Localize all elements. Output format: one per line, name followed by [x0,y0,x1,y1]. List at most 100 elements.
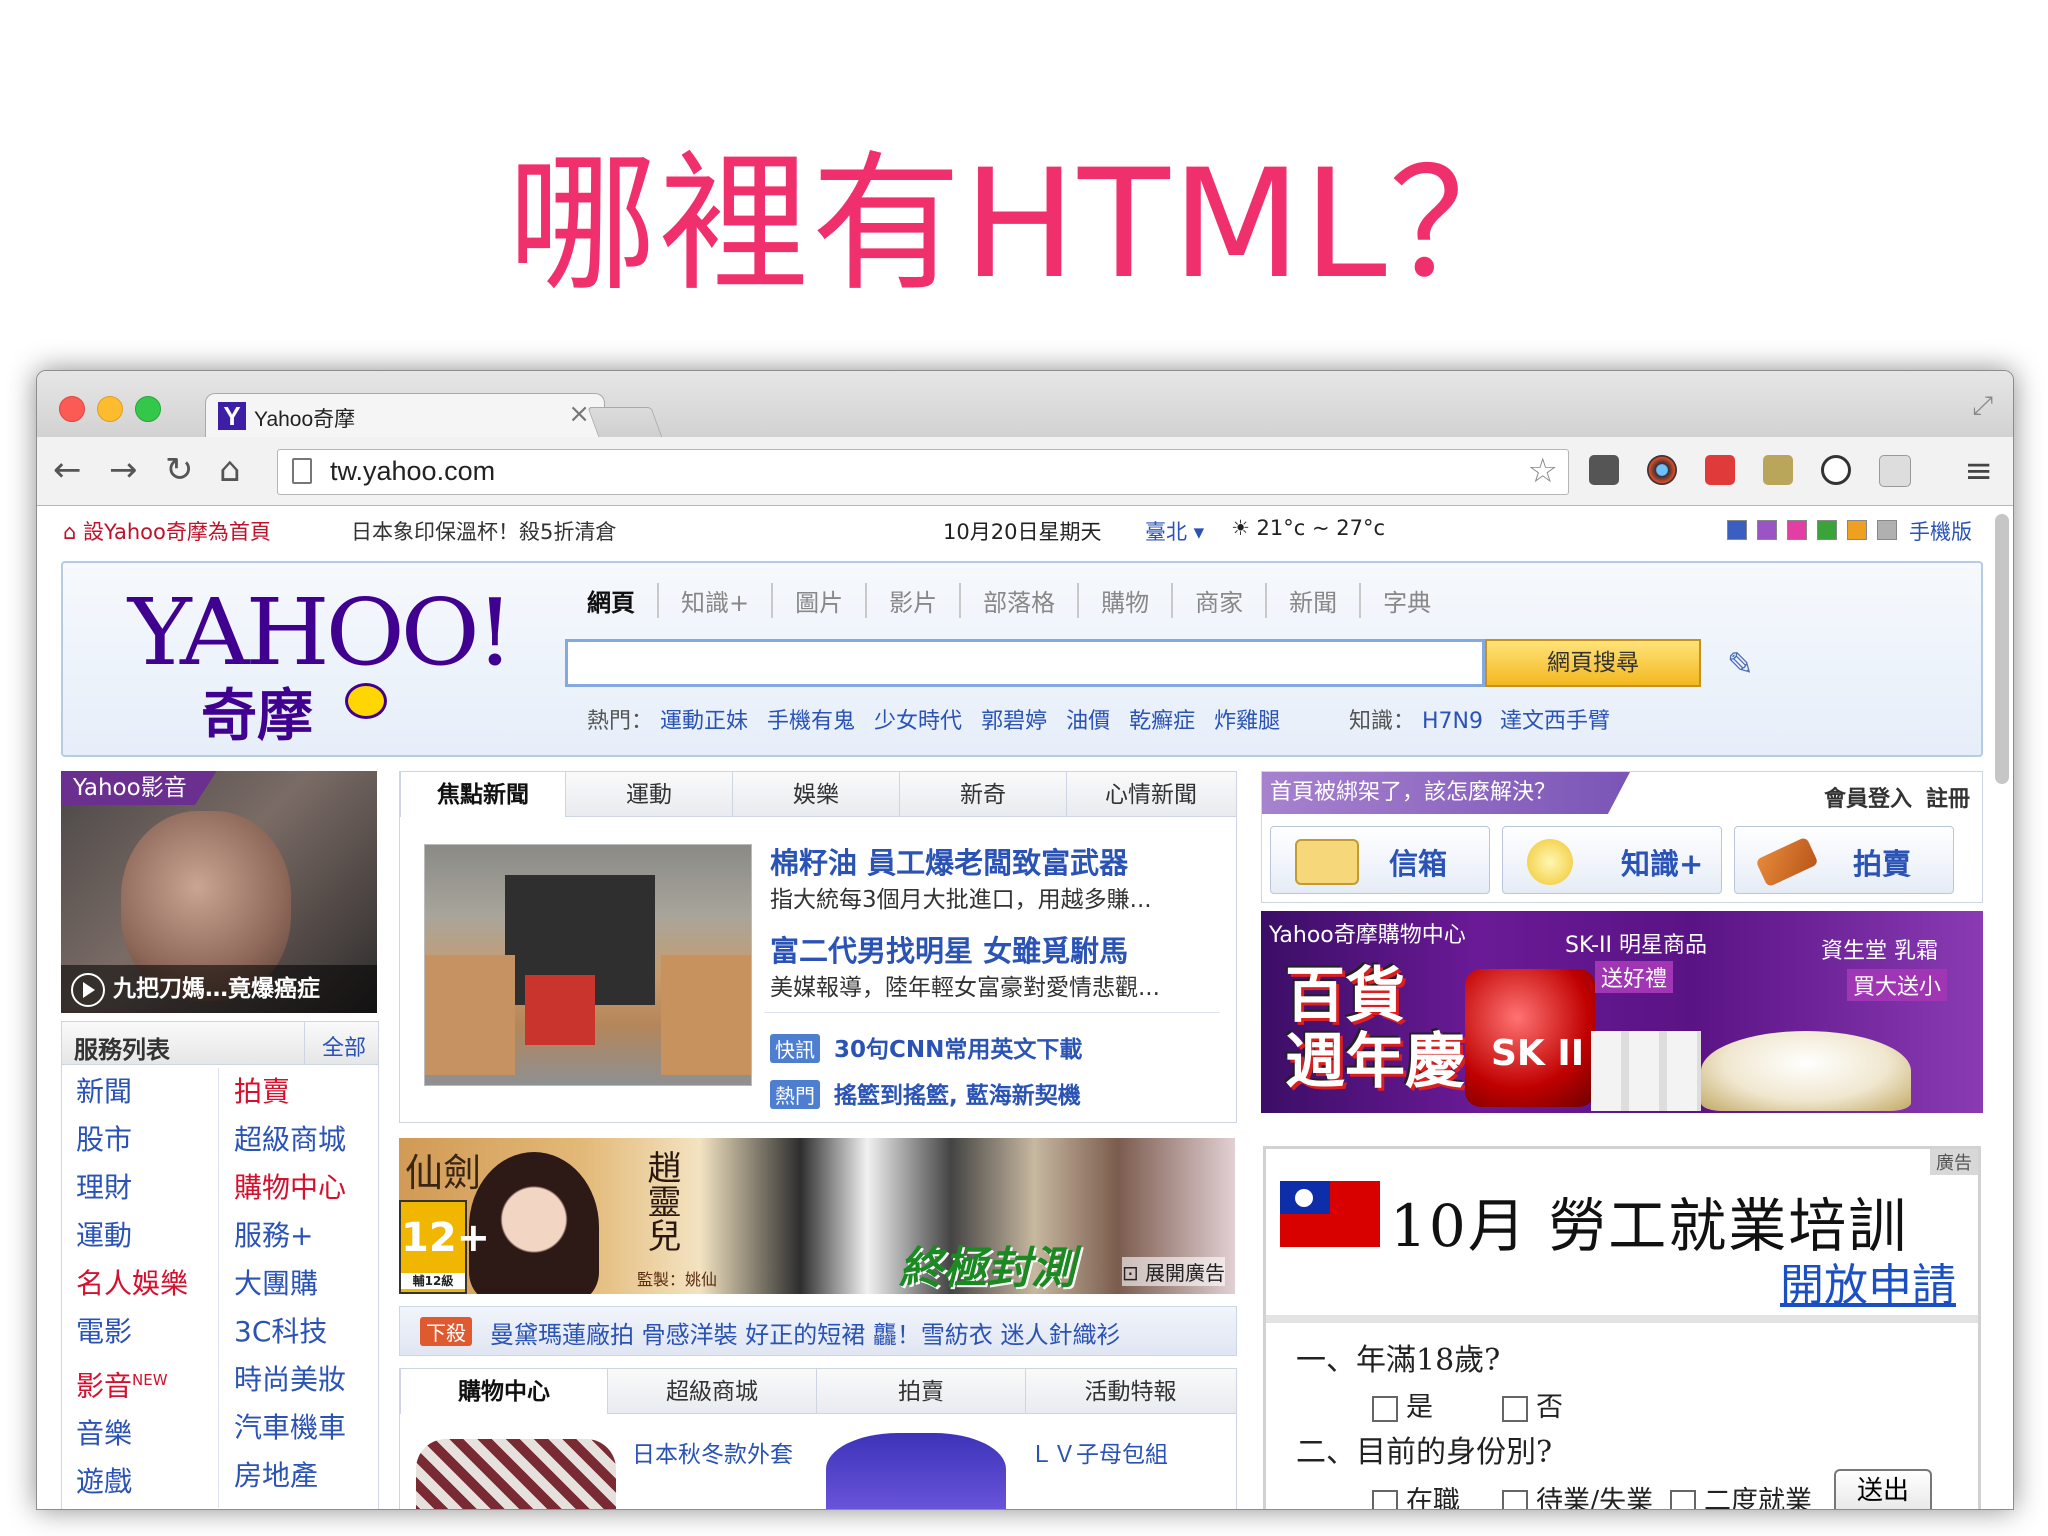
news-bullet-flash[interactable]: 快訊 30句CNN常用英文下載 [770,1030,1082,1064]
service-link[interactable]: 購物中心 [234,1164,346,1212]
product-image-bag[interactable] [826,1433,1006,1509]
new-tab-button[interactable] [587,407,663,438]
apply-now-link[interactable]: 開放申請 [1780,1249,1956,1313]
search-tab-blog[interactable]: 部落格 [961,583,1080,618]
back-arrow-icon[interactable]: ← [53,451,82,489]
tab-close-icon[interactable]: × [568,399,590,429]
theme-swatch-pink[interactable] [1787,520,1807,540]
search-tab-dictionary[interactable]: 字典 [1361,583,1453,618]
game-ad-banner[interactable]: 仙劍 12+ 輔12級 趙靈兒 監製：姚仙 終極封測 ⊡ 展開廣告 [399,1138,1235,1294]
service-link[interactable]: 音樂 [76,1410,188,1458]
tab-auction[interactable]: 拍賣 [817,1369,1026,1413]
fullscreen-icon[interactable]: ⤢ [1972,391,1993,422]
service-link[interactable]: 服務+ [234,1212,346,1260]
yahoo-logo[interactable]: YAHOO! [128,579,514,686]
linkedin-extension-icon[interactable] [1879,455,1911,487]
tab-top-news[interactable]: 焦點新聞 [400,772,566,817]
news-photo[interactable] [424,844,752,1086]
service-link[interactable]: 遊戲 [76,1458,188,1506]
search-tab-shopping[interactable]: 購物 [1079,583,1174,618]
tab-events[interactable]: 活動特報 [1026,1369,1235,1413]
service-link-with-new[interactable]: 影音NEW [76,1356,188,1410]
news-headline-1[interactable]: 棉籽油 員工爆老闆致富武器 [770,840,1128,882]
sync-extension-icon[interactable] [1821,455,1851,485]
option-yes-checkbox[interactable]: 是 [1372,1385,1433,1424]
pencil-icon[interactable]: ✎ [1727,645,1754,683]
news-bullet-hot[interactable]: 熱門 搖籃到搖籃, 藍海新契機 [770,1076,1081,1110]
web-search-button[interactable]: 網頁搜尋 [1485,639,1701,687]
search-tab-news[interactable]: 新聞 [1267,583,1362,618]
zoom-window-button[interactable] [135,396,161,422]
hot-search-link[interactable]: 郭碧婷 [981,709,1047,734]
hot-search-link[interactable]: 油價 [1066,709,1110,734]
video-promo[interactable]: Yahoo影音 九把刀媽…竟爆癌症 [61,771,377,1013]
bookmark-extension-icon[interactable] [1705,455,1735,485]
service-link[interactable]: 時尚美妝 [234,1356,346,1404]
color-picker-extension-icon[interactable] [1647,455,1677,485]
home-icon[interactable]: ⌂ [219,451,241,489]
hot-search-link[interactable]: 少女時代 [874,709,962,734]
reload-icon[interactable]: ↻ [165,451,194,489]
theme-swatch-gray[interactable] [1877,520,1897,540]
service-link[interactable]: 運動 [76,1212,188,1260]
product-link-bag[interactable]: ＬＶ子母包組 [1030,1435,1168,1469]
login-link[interactable]: 會員登入 [1824,781,1912,813]
address-bar[interactable]: tw.yahoo.com ☆ [277,449,1569,495]
theme-swatch-blue[interactable] [1727,520,1747,540]
product-image-jackets[interactable] [416,1439,616,1509]
scrollbar-thumb[interactable] [1995,514,2009,784]
tab-mood-news[interactable]: 心情新聞 [1067,772,1235,816]
mail-button[interactable]: 信箱 [1270,826,1490,894]
set-homepage-link[interactable]: ⌂ 設Yahoo奇摩為首頁 [63,516,271,546]
tab-sports[interactable]: 運動 [566,772,733,816]
search-tab-web[interactable]: 網頁 [583,583,659,618]
expand-ad-button[interactable]: ⊡ 展開廣告 [1121,1257,1225,1286]
option-reemploy-checkbox[interactable]: 二度就業 [1670,1479,1812,1509]
service-link[interactable]: 3C科技 [234,1308,346,1356]
city-select[interactable]: 臺北 ▾ [1145,516,1204,546]
tab-entertainment[interactable]: 娛樂 [733,772,900,816]
evernote-extension-icon[interactable] [1589,455,1619,485]
service-link[interactable]: 理財 [76,1164,188,1212]
search-input[interactable] [565,639,1485,687]
mobile-version-link[interactable]: 手機版 [1909,516,1972,546]
tab-super-mall[interactable]: 超級商城 [608,1369,817,1413]
theme-swatch-green[interactable] [1817,520,1837,540]
service-link[interactable]: 名人娛樂 [76,1260,188,1308]
knowledge-link[interactable]: H7N9 [1422,709,1483,734]
service-link[interactable]: 汽車機車 [234,1404,346,1452]
search-tab-video[interactable]: 影片 [867,583,962,618]
submit-button[interactable]: 送出 [1834,1469,1932,1509]
forward-arrow-icon[interactable]: → [109,451,138,489]
register-link[interactable]: 註冊 [1926,781,1970,813]
minimize-window-button[interactable] [97,396,123,422]
close-window-button[interactable] [59,396,85,422]
hot-search-link[interactable]: 乾癬症 [1129,709,1195,734]
answers-button[interactable]: 知識+ [1502,826,1722,894]
puzzle-extension-icon[interactable] [1763,455,1793,485]
product-link-jackets[interactable]: 日本秋冬款外套 [632,1435,793,1469]
sk2-ad-banner[interactable]: Yahoo奇摩購物中心 百貨 週年慶 SK II SK-II 明星商品 送好禮 資… [1261,911,1983,1113]
url-text[interactable]: tw.yahoo.com [330,456,495,487]
hot-search-link[interactable]: 手機有鬼 [767,709,855,734]
hot-search-link[interactable]: 炸雞腿 [1214,709,1280,734]
service-link[interactable]: 電影 [76,1308,188,1356]
knowledge-link[interactable]: 達文西手臂 [1500,709,1610,734]
search-tab-answers[interactable]: 知識+ [659,583,774,618]
option-no-checkbox[interactable]: 否 [1502,1385,1563,1424]
sale-promo-links[interactable]: 曼黛瑪蓮廠拍 骨感洋裝 好正的短裙 龘！雪紡衣 迷人針織衫 [490,1315,1121,1350]
news-headline-2[interactable]: 富二代男找明星 女雖覓駙馬 [770,928,1128,970]
promo-link[interactable]: 日本象印保溫杯！殺5折清倉 [351,516,616,546]
tab-odd-news[interactable]: 新奇 [900,772,1067,816]
search-tab-local[interactable]: 商家 [1173,583,1268,618]
auction-button[interactable]: 拍賣 [1734,826,1954,894]
service-link[interactable]: 股市 [76,1116,188,1164]
option-employed-checkbox[interactable]: 在職 [1372,1479,1460,1509]
services-all-link[interactable]: 全部 [322,1030,366,1062]
hijack-help-link[interactable]: 首頁被綁架了，該怎麼解決？ [1262,772,1630,814]
service-link[interactable]: 房地產 [234,1452,346,1500]
search-tab-images[interactable]: 圖片 [773,583,868,618]
video-caption[interactable]: 九把刀媽…竟爆癌症 [61,965,377,1013]
hot-search-link[interactable]: 運動正妹 [660,709,748,734]
tab-shopping-center[interactable]: 購物中心 [400,1369,608,1414]
